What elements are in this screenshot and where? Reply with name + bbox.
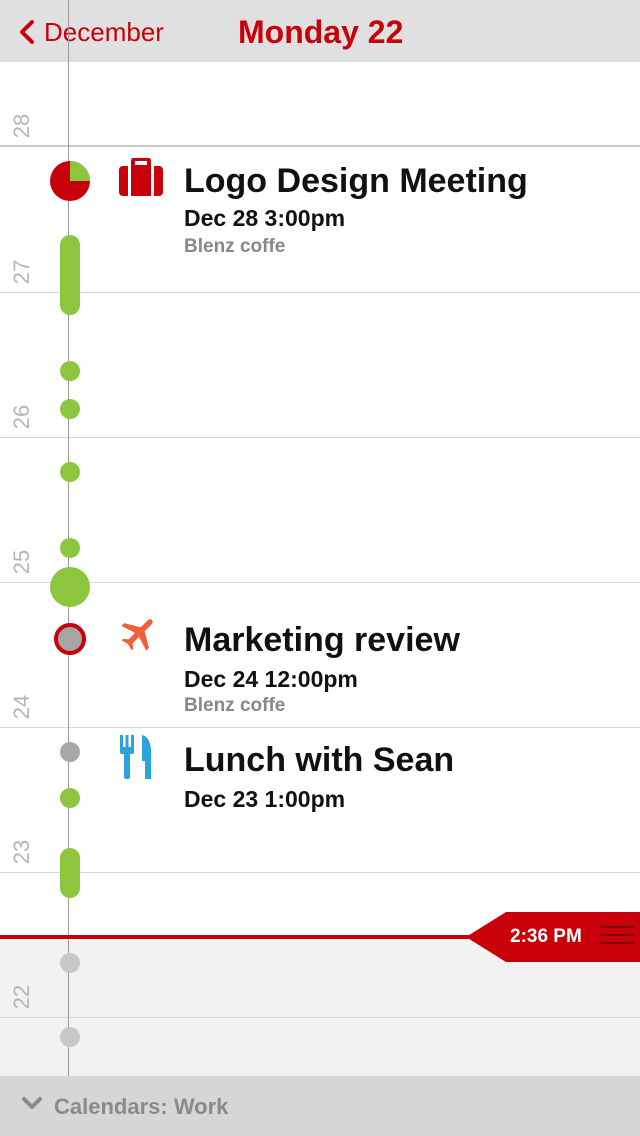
- day-number: 22: [9, 984, 34, 1010]
- chevron-down-icon[interactable]: [22, 1096, 42, 1110]
- back-label: December: [44, 16, 164, 47]
- day-number: 27: [9, 259, 34, 285]
- day-number: 24: [9, 694, 34, 720]
- event-location: Blenz coffe: [184, 236, 286, 257]
- day-divider: [0, 582, 640, 583]
- event-title[interactable]: Marketing review: [184, 621, 460, 660]
- day-divider: [0, 872, 640, 873]
- day-divider: [0, 727, 640, 728]
- event-date: Dec 23 1:00pm: [184, 786, 346, 812]
- back-to-month-button[interactable]: December: [18, 14, 164, 50]
- busy-dot-marker[interactable]: [60, 462, 80, 482]
- calendar-filter-label[interactable]: Calendars: Work: [54, 1094, 228, 1120]
- chevron-left-icon: [20, 20, 34, 44]
- event-title[interactable]: Lunch with Sean: [184, 741, 454, 780]
- busy-block-marker[interactable]: [60, 848, 80, 898]
- event-location: Blenz coffe: [184, 695, 286, 716]
- gray-dot-marker[interactable]: [60, 742, 80, 762]
- busy-dot-marker[interactable]: [60, 788, 80, 808]
- airplane-icon: [121, 619, 153, 651]
- busy-dot-marker[interactable]: [60, 538, 80, 558]
- fork-knife-icon: [120, 735, 152, 779]
- page-title: Monday 22: [238, 14, 404, 50]
- day-divider: [0, 1017, 640, 1018]
- past-dot-marker[interactable]: [60, 953, 80, 973]
- busy-block-marker[interactable]: [60, 235, 80, 315]
- current-time-line: [0, 935, 470, 939]
- day-number: 26: [9, 404, 34, 430]
- day-number: 23: [9, 839, 34, 865]
- event-title[interactable]: Logo Design Meeting: [184, 162, 528, 201]
- day-number: 28: [9, 113, 34, 139]
- briefcase-icon: [119, 158, 163, 196]
- drag-handle-icon[interactable]: [600, 926, 634, 948]
- event-progress-marker[interactable]: [50, 161, 90, 201]
- busy-dot-marker[interactable]: [60, 361, 80, 381]
- day-divider: [0, 292, 640, 293]
- day-divider: [0, 437, 640, 438]
- event-date: Dec 24 12:00pm: [184, 666, 358, 692]
- day-number: 25: [9, 549, 34, 575]
- current-time-label: 2:36 PM: [510, 926, 582, 947]
- busy-large-marker[interactable]: [50, 567, 90, 607]
- event-date: Dec 28 3:00pm: [184, 205, 346, 231]
- busy-dot-marker[interactable]: [60, 399, 80, 419]
- day-divider: [0, 145, 640, 147]
- past-dot-marker[interactable]: [60, 1027, 80, 1047]
- event-ring-marker[interactable]: [54, 623, 86, 655]
